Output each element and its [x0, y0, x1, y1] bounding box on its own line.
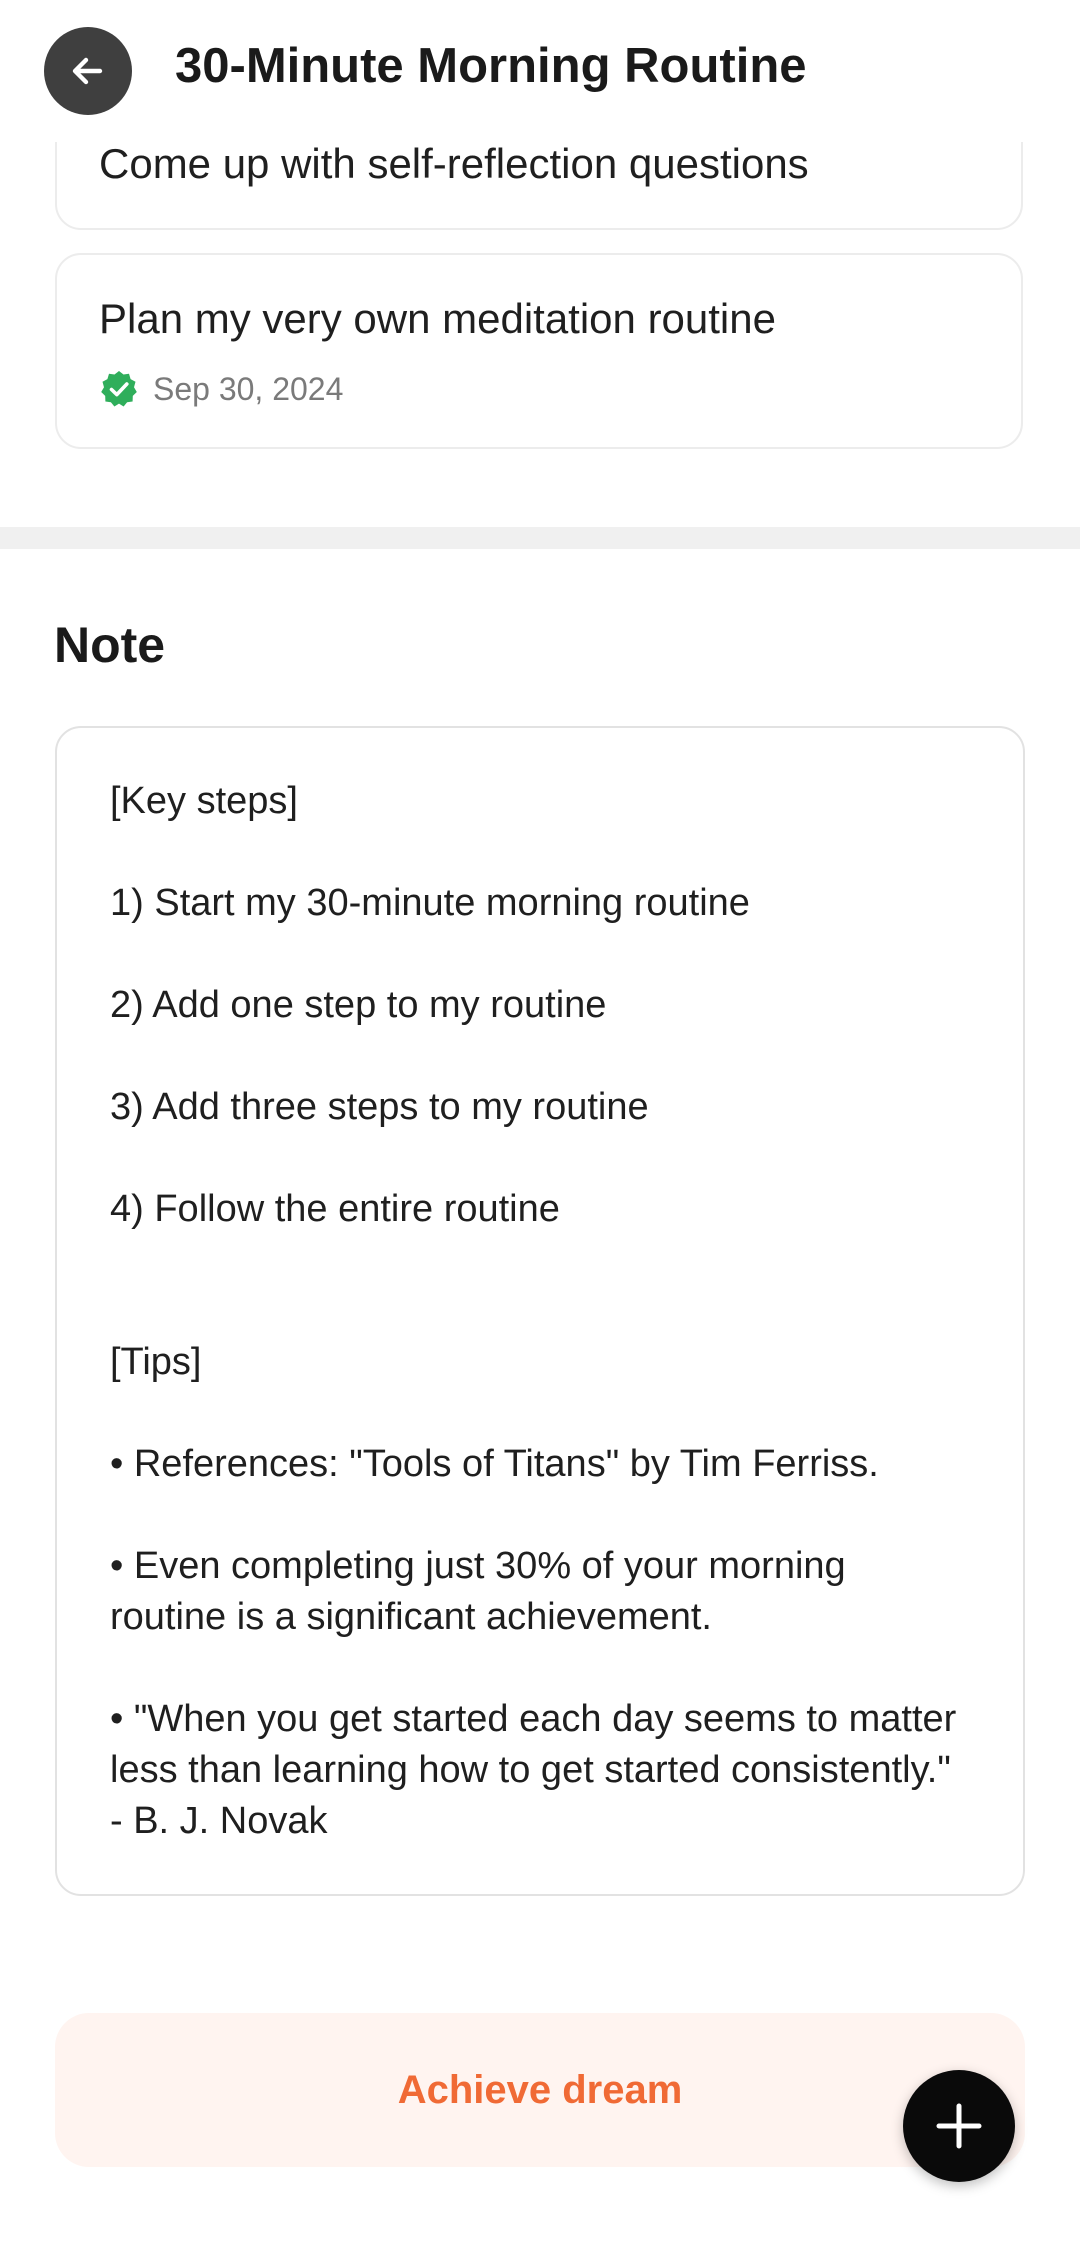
note-line: • "When you get started each day seems t… — [110, 1698, 967, 1842]
add-button[interactable] — [903, 2070, 1015, 2182]
note-line: 3) Add three steps to my routine — [110, 1086, 649, 1128]
arrow-left-icon — [72, 57, 103, 85]
note-text-area[interactable]: [Key steps] 1) Start my 30-minute mornin… — [55, 726, 1025, 1896]
note-line: 2) Add one step to my routine — [110, 984, 607, 1026]
note-line: • References: "Tools of Titans" by Tim F… — [110, 1443, 879, 1485]
note-line: [Tips] — [110, 1341, 202, 1383]
screen: Come up with self-reflection questions P… — [0, 0, 1080, 2266]
section-divider — [0, 527, 1080, 549]
note-heading: Note — [54, 617, 166, 673]
note-line: 1) Start my 30-minute morning routine — [110, 882, 750, 924]
task-card[interactable]: Plan my very own meditation routine Sep … — [55, 253, 1023, 449]
task-title: Come up with self-reflection questions — [99, 140, 809, 187]
achieve-dream-button[interactable]: Achieve dream — [55, 2013, 1025, 2167]
note-line: 4) Follow the entire routine — [110, 1188, 560, 1230]
app-header: 30-Minute Morning Routine — [0, 0, 1080, 142]
note-line: • Even completing just 30% of your morni… — [110, 1545, 857, 1638]
completed-date: Sep 30, 2024 — [153, 370, 344, 407]
back-button[interactable] — [44, 27, 132, 115]
verified-check-icon — [101, 371, 137, 407]
task-meta: Sep 30, 2024 — [99, 369, 343, 409]
task-title: Plan my very own meditation routine — [99, 295, 776, 342]
achieve-dream-label: Achieve dream — [397, 2067, 683, 2112]
note-line: [Key steps] — [110, 780, 298, 822]
plus-icon — [936, 2103, 982, 2149]
page-title: 30-Minute Morning Routine — [175, 39, 807, 93]
